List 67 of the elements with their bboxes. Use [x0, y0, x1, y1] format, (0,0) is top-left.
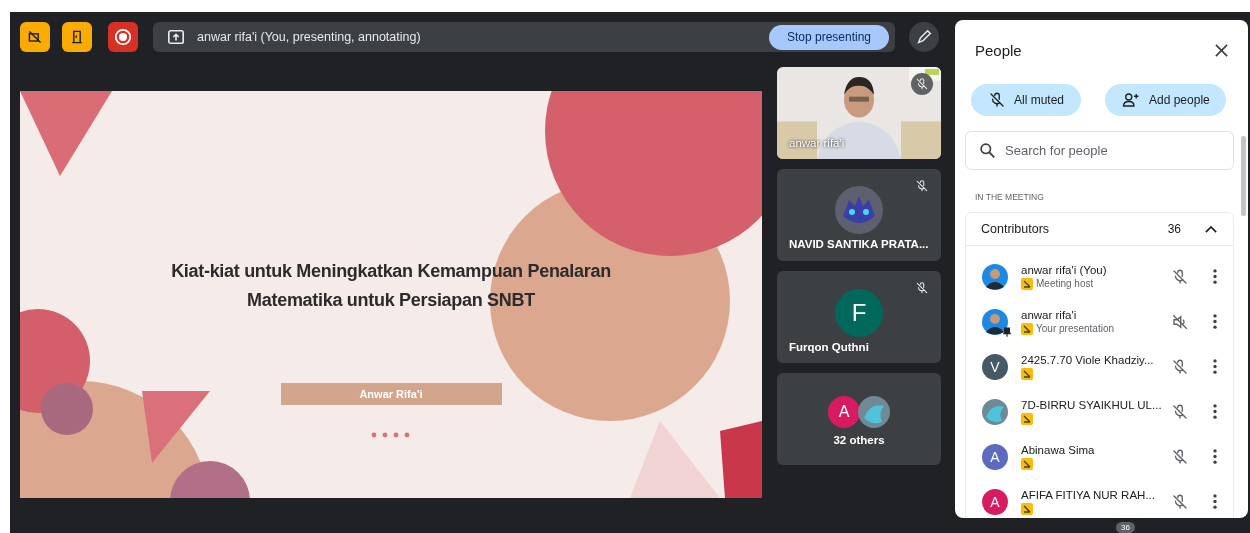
more-options-icon[interactable] — [1213, 359, 1217, 374]
participant-role: Meeting host — [1036, 278, 1094, 289]
avatar-image-icon — [858, 396, 890, 428]
avatar-image-icon — [982, 308, 1008, 335]
participant-name: NAVID SANTIKA PRATA... — [789, 238, 929, 250]
presentation-badge-icon — [1021, 502, 1033, 515]
participant-name: Furqon Quthni — [789, 341, 869, 353]
presenting-pin-icon — [1003, 326, 1011, 337]
participant-name: anwar rifa'i (You) — [1021, 263, 1108, 276]
presenting-status: anwar rifa'i (You, presenting, annotating) — [197, 30, 422, 44]
contributors-header[interactable]: Contributors 36 — [966, 213, 1233, 246]
mic-off-icon[interactable] — [915, 179, 929, 193]
participant-tile[interactable]: NAVID SANTIKA PRATA... — [777, 169, 941, 261]
pen-icon — [915, 28, 933, 46]
participant-name: anwar rifa'i — [789, 137, 845, 149]
search-icon — [979, 142, 996, 159]
participant-name: Abinawa Sima — [1021, 443, 1096, 456]
more-options-icon[interactable] — [1213, 314, 1217, 329]
present-screen-icon — [167, 28, 185, 46]
presentation-badge-icon — [1021, 367, 1033, 380]
mic-off-icon[interactable] — [1171, 492, 1189, 511]
mic-off-icon[interactable] — [1171, 357, 1189, 376]
avatar-image-icon — [982, 398, 1008, 425]
participant-tile[interactable]: F Furqon Quthni — [777, 271, 941, 363]
participant-tile[interactable]: A 32 others — [777, 373, 941, 465]
stop-presenting-button[interactable]: Stop presenting — [768, 24, 889, 50]
slide-title-line: Matematika untuk Persiapan SNBT — [247, 289, 535, 312]
search-field[interactable]: Search for people — [965, 131, 1234, 170]
panel-title: People — [975, 41, 1022, 59]
add-people-button[interactable]: Add people — [1105, 84, 1226, 116]
avatar-letter: A — [828, 396, 860, 428]
participant-name: 2425.7.70 Viole Khadziy... — [1021, 353, 1155, 366]
more-options-icon[interactable] — [1213, 494, 1217, 509]
slide-title-line: Kiat-kiat untuk Meningkatkan Kemampuan Penalaran — [171, 260, 611, 283]
avatar-letter: A — [982, 488, 1008, 515]
mic-off-icon[interactable] — [1171, 447, 1189, 466]
presentation-badge-icon — [1021, 457, 1033, 470]
all-muted-button[interactable]: All muted — [971, 84, 1081, 116]
mic-off-icon[interactable] — [1171, 267, 1189, 286]
participant-name: 32 others — [833, 434, 885, 446]
slide-dots-drawing — [371, 432, 411, 438]
mic-off-icon[interactable] — [915, 77, 929, 91]
participant-name: AFIFA FITIYA NUR RAH... — [1021, 488, 1156, 501]
more-options-icon[interactable] — [1213, 449, 1217, 464]
section-heading: IN THE MEETING — [975, 192, 1045, 202]
audio-off-icon[interactable] — [1171, 312, 1189, 331]
participant-role: Your presentation — [1036, 323, 1115, 334]
close-icon[interactable] — [1215, 43, 1228, 57]
avatar-letter: A — [982, 443, 1008, 470]
annotate-pen-button[interactable] — [909, 22, 939, 52]
avatar-letter: V — [982, 353, 1008, 380]
presentation-badge-icon — [1021, 322, 1033, 335]
more-options-icon[interactable] — [1213, 404, 1217, 419]
mic-off-icon — [988, 91, 1006, 109]
presentation-badge-icon — [1021, 412, 1033, 425]
avatar-image-icon — [835, 186, 883, 234]
mic-off-icon[interactable] — [1171, 402, 1189, 421]
participant-name: 7D-BIRRU SYAIKHUL UL... — [1021, 398, 1163, 411]
slide-presenter-name: Anwar Rifa'i — [280, 383, 502, 405]
more-options-icon[interactable] — [1213, 269, 1217, 284]
presentation-badge-icon — [1021, 277, 1033, 290]
avatar-letter: F — [835, 289, 883, 337]
mic-off-icon[interactable] — [915, 281, 929, 295]
participant-count-badge: 36 — [1116, 522, 1135, 533]
add-person-icon — [1121, 91, 1141, 109]
participant-name: anwar rifa'i — [1021, 308, 1078, 321]
avatar-image-icon — [982, 263, 1008, 290]
